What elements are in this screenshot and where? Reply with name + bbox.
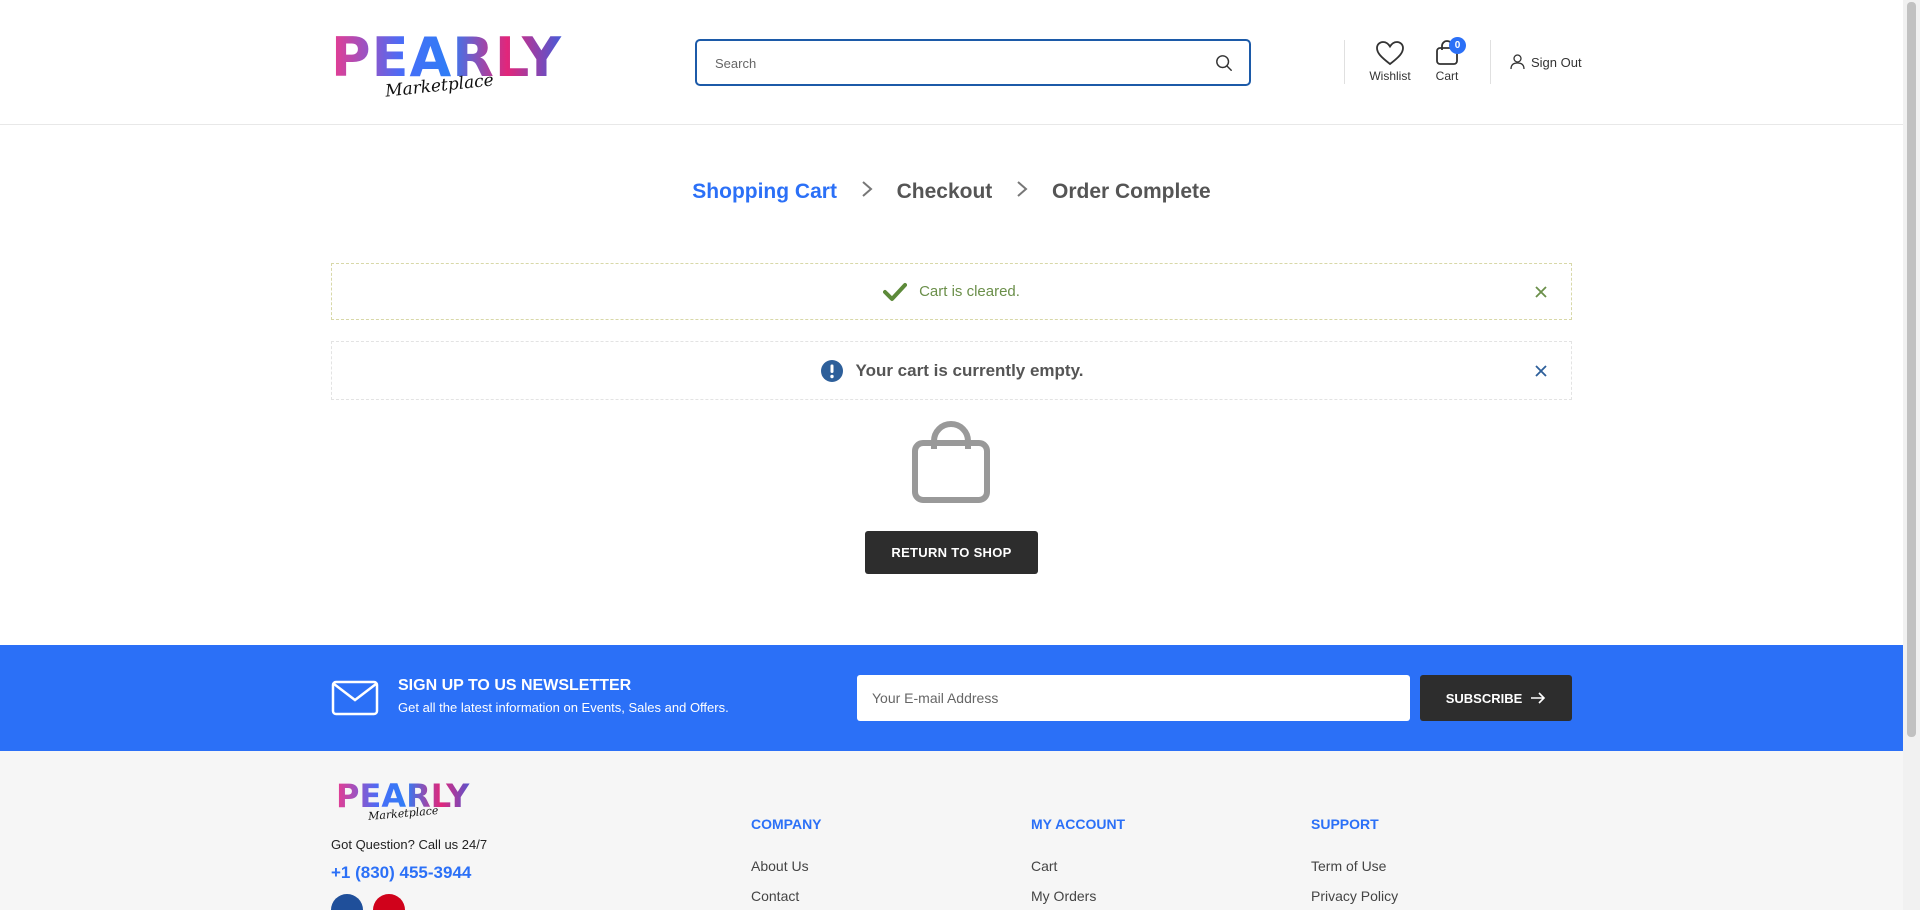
site-header: PEARLY Marketplace Wishlist 0 Cart: [0, 0, 1903, 125]
instagram-icon[interactable]: [373, 894, 405, 910]
site-footer: PEARLY Marketplace Got Question? Call us…: [0, 751, 1903, 910]
footer-link-privacy-policy[interactable]: Privacy Policy: [1311, 888, 1398, 904]
footer-question: Got Question? Call us 24/7: [331, 837, 488, 852]
wishlist-label: Wishlist: [1369, 69, 1411, 83]
site-logo[interactable]: PEARLY Marketplace: [331, 28, 566, 106]
info-alert-text: Your cart is currently empty.: [855, 360, 1084, 380]
footer-phone[interactable]: +1 (830) 455-3944: [331, 863, 471, 883]
search-input[interactable]: [715, 53, 1195, 73]
user-icon: [1510, 54, 1525, 70]
footer-link-about-us[interactable]: About Us: [751, 858, 822, 874]
arrow-right-icon: [1531, 692, 1546, 704]
footer-link-term-of-use[interactable]: Term of Use: [1311, 858, 1398, 874]
wishlist-button[interactable]: Wishlist: [1368, 40, 1412, 83]
cart-button[interactable]: 0 Cart: [1432, 37, 1466, 83]
footer-column-title: SUPPORT: [1311, 816, 1379, 832]
return-to-shop-button[interactable]: RETURN TO SHOP: [865, 531, 1038, 574]
chevron-right-icon: [1017, 181, 1028, 197]
newsletter-title: SIGN UP TO US NEWSLETTER: [398, 677, 632, 694]
footer-column-support: SUPPORT Term of Use Privacy Policy: [1311, 816, 1398, 910]
success-alert-text: Cart is cleared.: [919, 283, 1020, 300]
footer-column-company: COMPANY About Us Contact: [751, 816, 822, 910]
footer-column-title: COMPANY: [751, 816, 822, 832]
checkout-steps: Shopping Cart Checkout Order Complete: [0, 180, 1903, 204]
footer-link-contact[interactable]: Contact: [751, 888, 822, 904]
header-divider: [1344, 40, 1345, 84]
page-scrollbar[interactable]: [1903, 0, 1920, 910]
step-checkout[interactable]: Checkout: [897, 180, 993, 204]
close-icon[interactable]: [1533, 363, 1549, 379]
checkmark-icon: [883, 282, 908, 301]
envelope-icon: [331, 680, 379, 716]
facebook-icon[interactable]: [331, 894, 363, 910]
empty-cart-bag-icon: [912, 421, 990, 503]
exclamation-circle-icon: [820, 359, 843, 382]
footer-link-my-orders[interactable]: My Orders: [1031, 888, 1125, 904]
newsletter-section: SIGN UP TO US NEWSLETTER Get all the lat…: [0, 645, 1903, 751]
subscribe-label: SUBSCRIBE: [1445, 690, 1523, 706]
footer-column-title: MY ACCOUNT: [1031, 816, 1126, 832]
footer-column-my-account: MY ACCOUNT Cart My Orders: [1031, 816, 1125, 910]
sign-out-label: Sign Out: [1531, 54, 1582, 70]
cart-count-badge: 0: [1449, 37, 1466, 54]
footer-link-cart[interactable]: Cart: [1031, 858, 1125, 874]
newsletter-subtitle: Get all the latest information on Events…: [398, 700, 729, 715]
footer-logo[interactable]: PEARLY Marketplace: [336, 779, 476, 829]
search-box: [695, 39, 1251, 86]
scrollbar-thumb[interactable]: [1907, 2, 1916, 737]
newsletter-email-input[interactable]: [857, 675, 1410, 721]
success-alert: Cart is cleared.: [331, 263, 1572, 320]
heart-icon: [1376, 41, 1404, 66]
close-icon[interactable]: [1533, 284, 1549, 300]
chevron-right-icon: [862, 181, 873, 197]
info-alert: Your cart is currently empty.: [331, 341, 1572, 400]
step-order-complete: Order Complete: [1052, 180, 1211, 204]
header-divider: [1490, 40, 1491, 84]
step-shopping-cart[interactable]: Shopping Cart: [692, 180, 837, 204]
subscribe-button[interactable]: SUBSCRIBE: [1420, 675, 1572, 721]
cart-label: Cart: [1435, 69, 1459, 83]
search-icon[interactable]: [1215, 54, 1233, 72]
sign-out-link[interactable]: Sign Out: [1510, 54, 1582, 70]
